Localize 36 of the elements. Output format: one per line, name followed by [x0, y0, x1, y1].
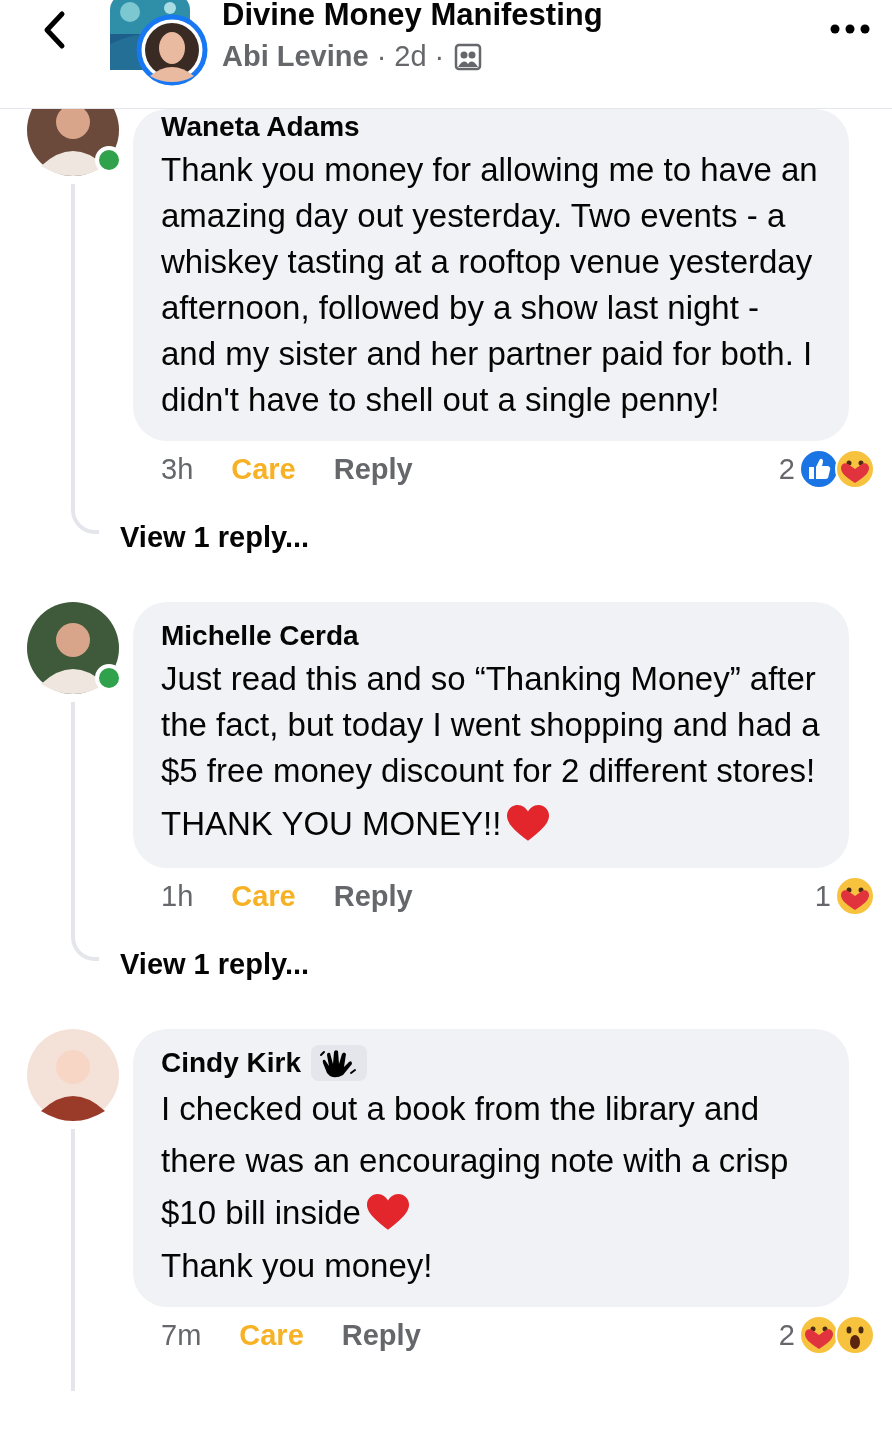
- wow-reaction-icon: [835, 1315, 875, 1355]
- reply-link[interactable]: Reply: [333, 879, 413, 913]
- comment-text: Thank you money for allowing me to have an amazing day out yesterday. Two events - a whiskey tasting at a rooftop venue yesterday afternoon, followed by a show last night - and my sister and her partner paid for both. I didn't have to shell out a single penny!: [161, 150, 819, 420]
- commenter-name[interactable]: Cindy Kirk: [161, 1045, 302, 1081]
- commenter-avatar[interactable]: [27, 109, 119, 176]
- separator: ·: [434, 40, 445, 73]
- post-time: 2d: [394, 40, 427, 73]
- comment-time: 7m: [161, 1318, 202, 1352]
- reply-link[interactable]: Reply: [341, 1318, 421, 1352]
- commenter-avatar[interactable]: [27, 1029, 119, 1121]
- comment-text: Thank you money!: [161, 1246, 434, 1286]
- commenter-name[interactable]: Waneta Adams: [161, 109, 360, 145]
- comment-text: Just read this and so “Thanking Money” after the fact, but today I went shopping and had a $5 free money discount for 2 different stores!: [161, 659, 821, 791]
- author-name[interactable]: Abi Levine: [222, 40, 369, 73]
- group-title[interactable]: Divine Money Manifesting: [222, 0, 830, 32]
- reaction-count[interactable]: 2: [778, 452, 795, 486]
- care-reaction-icon: [799, 1315, 839, 1355]
- reaction-count[interactable]: 2: [778, 1318, 795, 1352]
- profile-avatar[interactable]: [136, 14, 208, 86]
- care-reaction-icon: [835, 449, 875, 489]
- comment-text: THANK YOU MONEY!!: [161, 798, 821, 850]
- reply-link[interactable]: Reply: [333, 452, 413, 486]
- separator: ·: [376, 40, 387, 73]
- comment-text: I checked out a book from the library and there was an encouraging note with a crisp $10 bill inside: [161, 1089, 790, 1234]
- back-icon[interactable]: [42, 10, 66, 50]
- commenter-avatar[interactable]: [27, 602, 119, 694]
- more-options-icon[interactable]: [830, 24, 870, 34]
- commenter-name[interactable]: Michelle Cerda: [161, 618, 359, 654]
- view-replies-link[interactable]: View 1 reply...: [120, 948, 849, 981]
- comment-time: 3h: [161, 452, 194, 486]
- group-icon: [454, 42, 483, 71]
- comment-time: 1h: [161, 879, 194, 913]
- reaction-count[interactable]: 1: [814, 879, 831, 913]
- view-replies-link[interactable]: View 1 reply...: [120, 521, 849, 554]
- care-reaction-icon: [835, 876, 875, 916]
- like-reaction-icon: [799, 449, 839, 489]
